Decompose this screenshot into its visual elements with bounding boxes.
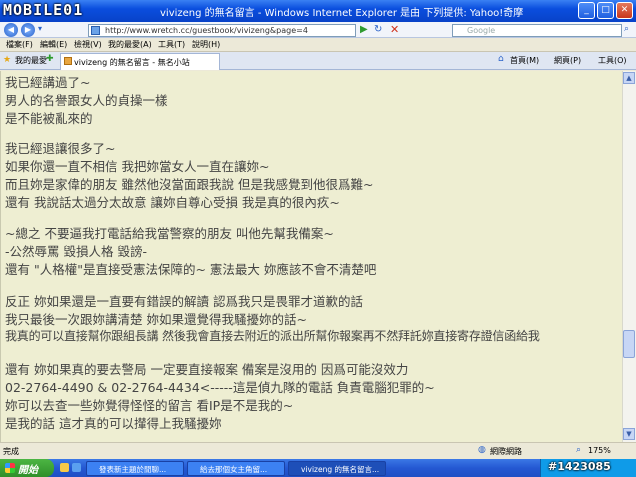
quicklaunch-icon[interactable] [60,463,69,472]
back-button[interactable]: ◀ [4,23,18,37]
guestbook-content: 我已經講過了~ 男人的名譽跟女人的貞操一樣 是不能被亂來的 我已經退讓很多了~ … [0,71,622,442]
refresh-icon[interactable]: ↻ [374,24,382,35]
menu-edit[interactable]: 編輯(E) [40,39,67,50]
security-zone: 網際網路 [490,447,522,456]
star-icon[interactable]: ★ [3,55,11,65]
windows-logo-icon [5,463,15,473]
watermark: #1423085 [548,460,611,473]
status-text: 完成 [3,447,19,456]
status-bar [0,442,636,459]
scroll-down-button[interactable]: ▼ [623,428,635,440]
content-line: 還有 妳如果真的要去警局 一定要直接報案 備案是沒用的 因爲可能沒效力 [5,362,409,377]
content-line: 還有 "人格權"是直接受憲法保障的~ 憲法最大 妳應該不會不清楚吧 [5,262,377,277]
history-dropdown-icon[interactable]: ▾ [38,24,42,33]
go-icon[interactable]: ▶ [360,24,368,35]
site-logo: MOBILE01 [3,1,84,19]
content-line: 男人的名譽跟女人的貞操一樣 [5,93,168,108]
menu-view[interactable]: 檢視(V) [74,39,102,50]
content-line: 是不能被亂來的 [5,111,93,126]
zoom-level[interactable]: 175% [588,446,611,455]
vertical-scrollbar[interactable] [622,71,636,442]
content-line: 如果你還一直不相信 我把妳當女人一直在讓妳~ [5,159,270,174]
minimize-button[interactable]: _ [578,2,595,19]
home-button[interactable]: 首頁(M) [510,55,539,66]
favorites-button[interactable]: 我的最愛 [15,55,47,66]
content-line: 我已經退讓很多了~ [5,141,116,156]
content-line: 還有 我說話太過分太故意 讓妳自尊心受損 我是真的很內疚~ [5,195,340,210]
stop-icon[interactable]: ✕ [390,23,399,36]
menu-favorites[interactable]: 我的最愛(A) [108,39,152,50]
page-icon [91,26,100,35]
content-line: ~總之 不要逼我打電話給我當警察的朋友 叫他先幫我備案~ [5,226,334,241]
tab-page-icon [64,57,72,65]
content-line: 反正 妳如果還是一直要有錯誤的解讀 認爲我只是畏罪才道歉的話 [5,294,363,309]
home-icon[interactable]: ⌂ [498,54,504,64]
tab-active[interactable]: vivizeng 的無名留言 - 無名小站 [60,53,220,70]
menu-tools[interactable]: 工具(T) [158,39,185,50]
globe-icon: ◍ [478,445,486,455]
tools-menu-button[interactable]: 工具(O) [598,55,627,66]
page-menu-button[interactable]: 網頁(P) [554,55,581,66]
add-favorite-icon[interactable]: ✚ [46,54,54,64]
taskbar-item[interactable]: 發表新主題於閒聊... [86,461,184,476]
scroll-up-button[interactable]: ▲ [623,72,635,84]
content-line: 而且妳是家偉的朋友 雖然他沒當面跟我說 但是我感覺到他很爲難~ [5,177,374,192]
close-button[interactable]: ✕ [616,2,633,19]
taskbar-item[interactable]: 給去那個女主角留... [187,461,285,476]
content-line: -公然辱罵 毀損人格 毀謗- [5,244,147,259]
search-input[interactable]: Google [452,24,622,37]
address-input[interactable]: http://www.wretch.cc/guestbook/vivizeng&… [88,24,356,37]
content-line: 我只最後一次跟妳講清楚 妳如果還覺得我騷擾妳的話~ [5,312,307,327]
maximize-button[interactable]: □ [597,2,614,19]
content-line: 我真的可以直接幫你跟組長講 然後我會直接去附近的派出所幫你報案再不然拜託妳直接寄… [5,329,540,343]
window-title: vivizeng 的無名留言 - Windows Internet Explor… [160,8,524,19]
menu-help[interactable]: 說明(H) [192,39,220,50]
content-line: 我已經講過了~ [5,75,91,90]
content-line: 是我的話 這才真的可以攆得上我騷擾妳 [5,416,222,431]
content-line: 妳可以去查一些妳覺得怪怪的留言 看IP是不是我的~ [5,398,294,413]
zoom-icon[interactable]: ⌕ [576,445,581,455]
forward-button[interactable]: ▶ [21,23,35,37]
content-line: 02-2764-4490 & 02-2764-4434<-----這是偵九隊的電… [5,380,435,395]
scroll-thumb[interactable] [623,330,635,358]
quicklaunch-icon[interactable] [72,463,81,472]
search-icon[interactable]: ⌕ [624,24,629,34]
menu-file[interactable]: 檔案(F) [6,39,33,50]
taskbar-item-active[interactable]: vivizeng 的無名留言... [288,461,386,476]
